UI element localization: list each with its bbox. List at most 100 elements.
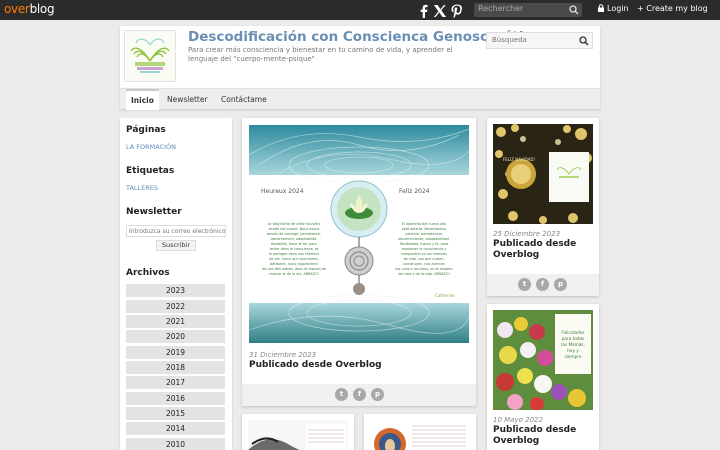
svg-text:bâtissent, nous rapprochent: bâtissent, nous rapprochent [270, 262, 318, 266]
svg-text:siempre: siempre [565, 354, 582, 359]
new-year-signature: Catherine [435, 293, 455, 298]
lock-icon [598, 4, 604, 12]
nav-item-inicio[interactable]: Inicio [126, 89, 159, 110]
svg-text:rester dans la conscience, et: rester dans la conscience, et [270, 247, 319, 251]
create-blog-label: Create my blog [646, 4, 708, 13]
post-card-christmas: FELIZ NAVIDAD! 25 Diciembre 2023 Publica… [487, 118, 599, 296]
post-card-mothers-day: Felicidades para todas las Mamás, hoy y siem… [487, 304, 599, 450]
pinterest-share-icon[interactable]: p [554, 278, 567, 291]
svg-text:compartirla en los caminos: compartirla en los caminos [401, 252, 447, 256]
post-title[interactable]: Publicado desde Overblog [493, 239, 593, 261]
archive-year[interactable]: 2022 [126, 300, 225, 313]
newsletter-heading: Newsletter [126, 207, 182, 217]
new-year-right-heading: Feliz 2024 [399, 188, 430, 195]
christmas-image-text: FELIZ NAVIDAD! [503, 157, 535, 162]
svg-text:flexibilité, force et foi, pou: flexibilité, force et foi, pour [271, 242, 318, 246]
archive-year[interactable]: 2016 [126, 392, 225, 405]
svg-text:Felicidades: Felicidades [561, 330, 584, 335]
post-title[interactable]: Publicado desde Overblog [493, 425, 593, 447]
sidebar: Páginas LA FORMACIÓN Etiquetas TALLERES … [120, 118, 232, 450]
svg-text:valentía, persistencia,: valentía, persistencia, [405, 232, 442, 236]
svg-text:discernement, adaptabilité,: discernement, adaptabilité, [271, 237, 318, 241]
blog-search-placeholder: Búsqueda [492, 36, 527, 44]
post-date: 25 Diciembre 2023 [493, 230, 561, 238]
x-icon[interactable] [433, 3, 447, 17]
pages-link-formacion[interactable]: LA FORMACIÓN [126, 143, 176, 151]
svg-text:chacun et de la vie. ABRAZO!: chacun et de la vie. ABRAZO! [269, 272, 319, 276]
svg-text:las Mamás,: las Mamás, [561, 342, 585, 347]
archive-year[interactable]: 2015 [126, 407, 225, 420]
search-icon[interactable] [579, 36, 589, 46]
facebook-share-icon[interactable]: f [536, 278, 549, 291]
post-card-main: Heureux 2024 Feliz 2024 Le labyrinthe de… [242, 118, 476, 406]
archive-year[interactable]: 2018 [126, 361, 225, 374]
facebook-share-icon[interactable]: f [353, 388, 366, 401]
blog-header: Descodificación con Conscienca Genosomát… [120, 26, 600, 88]
svg-text:hoy y: hoy y [567, 348, 579, 353]
svg-text:mantener la consciencia y: mantener la consciencia y [402, 247, 447, 251]
new-year-left-heading: Heureux 2024 [261, 188, 304, 195]
svg-text:flexibilidad, fuerza y fe, par: flexibilidad, fuerza y fe, para [400, 242, 449, 246]
twitter-share-icon[interactable]: t [518, 278, 531, 291]
svg-text:construyen, nos acercan: construyen, nos acercan [403, 262, 445, 266]
subscribe-button[interactable]: Suscribir [156, 240, 196, 251]
svg-text:de vie. Cœur qui nourrissent,: de vie. Cœur qui nourrissent, [269, 257, 319, 261]
archive-year[interactable]: 2017 [126, 376, 225, 389]
svg-text:para todas: para todas [562, 336, 584, 341]
svg-text:le partager dans nos chemins: le partager dans nos chemins [269, 252, 320, 256]
tag-link-talleres[interactable]: TALLERES [126, 184, 158, 192]
archive-year[interactable]: 2023 [126, 284, 225, 297]
svg-text:les uns des autres, dans le re: les uns des autres, dans le respect de [262, 267, 326, 271]
create-blog-link[interactable]: + Create my blog [637, 4, 708, 13]
post-title[interactable]: Publicado desde Overblog [249, 360, 382, 371]
archive-year[interactable]: 2020 [126, 330, 225, 343]
blog-search-input[interactable]: Búsqueda [486, 32, 593, 49]
pages-heading: Páginas [126, 125, 166, 135]
svg-text:del otro y de la vida. ABRAZO!: del otro y de la vida. ABRAZO! [398, 272, 450, 276]
svg-text:besoin de courage, persistance: besoin de courage, persistance, [267, 232, 321, 236]
post-image-new-year[interactable]: Heureux 2024 Feliz 2024 Le labyrinthe de… [249, 125, 469, 343]
share-bar: t f p [487, 274, 599, 296]
login-label: Login [607, 4, 629, 13]
post-image-lower-2[interactable] [370, 420, 470, 450]
archive-year[interactable]: 2021 [126, 315, 225, 328]
twitter-share-icon[interactable]: t [335, 388, 348, 401]
share-bar: t f p [242, 384, 476, 406]
archive-year[interactable]: 2010 [126, 438, 225, 450]
top-search-placeholder: Rechercher [478, 4, 524, 13]
site-subtitle: Para crear más consciencia y bienestar e… [188, 46, 453, 63]
svg-text:discernimiento, adaptabilidad,: discernimiento, adaptabilidad, [398, 237, 450, 241]
facebook-icon[interactable] [417, 3, 431, 19]
nav-item-contactame[interactable]: Contáctame [216, 89, 272, 110]
archive-year[interactable]: 2014 [126, 422, 225, 435]
post-image-lower-1[interactable] [248, 420, 348, 450]
post-image-mothers-day[interactable]: Felicidades para todas las Mamás, hoy y siem… [493, 310, 593, 410]
svg-text:année est ouvert. Nous avons: année est ouvert. Nous avons [269, 227, 320, 231]
search-icon[interactable] [569, 5, 579, 15]
login-link[interactable]: Login [597, 4, 629, 13]
archives-heading: Archivos [126, 268, 170, 278]
pinterest-share-icon[interactable]: p [371, 388, 384, 401]
plus-icon: + [637, 4, 647, 13]
post-date: 31 Diciembre 2023 [249, 351, 317, 359]
archive-year[interactable]: 2019 [126, 346, 225, 359]
svg-text:Le labyrinthe de cette nouvell: Le labyrinthe de cette nouvelle [268, 222, 321, 226]
main-nav: Inicio Newsletter Contáctame [120, 88, 600, 110]
svg-text:de vida. Los que nutren,: de vida. Los que nutren, [403, 257, 444, 261]
post-image-christmas[interactable]: FELIZ NAVIDAD! [493, 124, 593, 224]
brand-over: over [4, 2, 30, 16]
brand-blog: blog [29, 2, 55, 16]
post-card-lower-1 [242, 414, 354, 450]
newsletter-email-field[interactable]: Introduzca su correo electrónico [126, 225, 226, 237]
nav-item-newsletter[interactable]: Newsletter [162, 89, 213, 110]
overblog-logo[interactable]: overblog [4, 2, 55, 16]
top-search-input[interactable]: Rechercher [474, 3, 582, 17]
svg-text:los unos a los otros, en el re: los unos a los otros, en el respeto [395, 267, 452, 271]
blog-logo[interactable] [124, 30, 176, 82]
tags-heading: Etiquetas [126, 166, 175, 176]
post-card-lower-2 [364, 414, 476, 450]
pinterest-icon[interactable] [450, 3, 464, 19]
post-date: 10 Mayo 2022 [493, 416, 543, 424]
top-bar: overblog Rechercher Login + Create my bl… [0, 0, 720, 20]
svg-text:El laberinto del nuevo año: El laberinto del nuevo año [402, 222, 447, 226]
